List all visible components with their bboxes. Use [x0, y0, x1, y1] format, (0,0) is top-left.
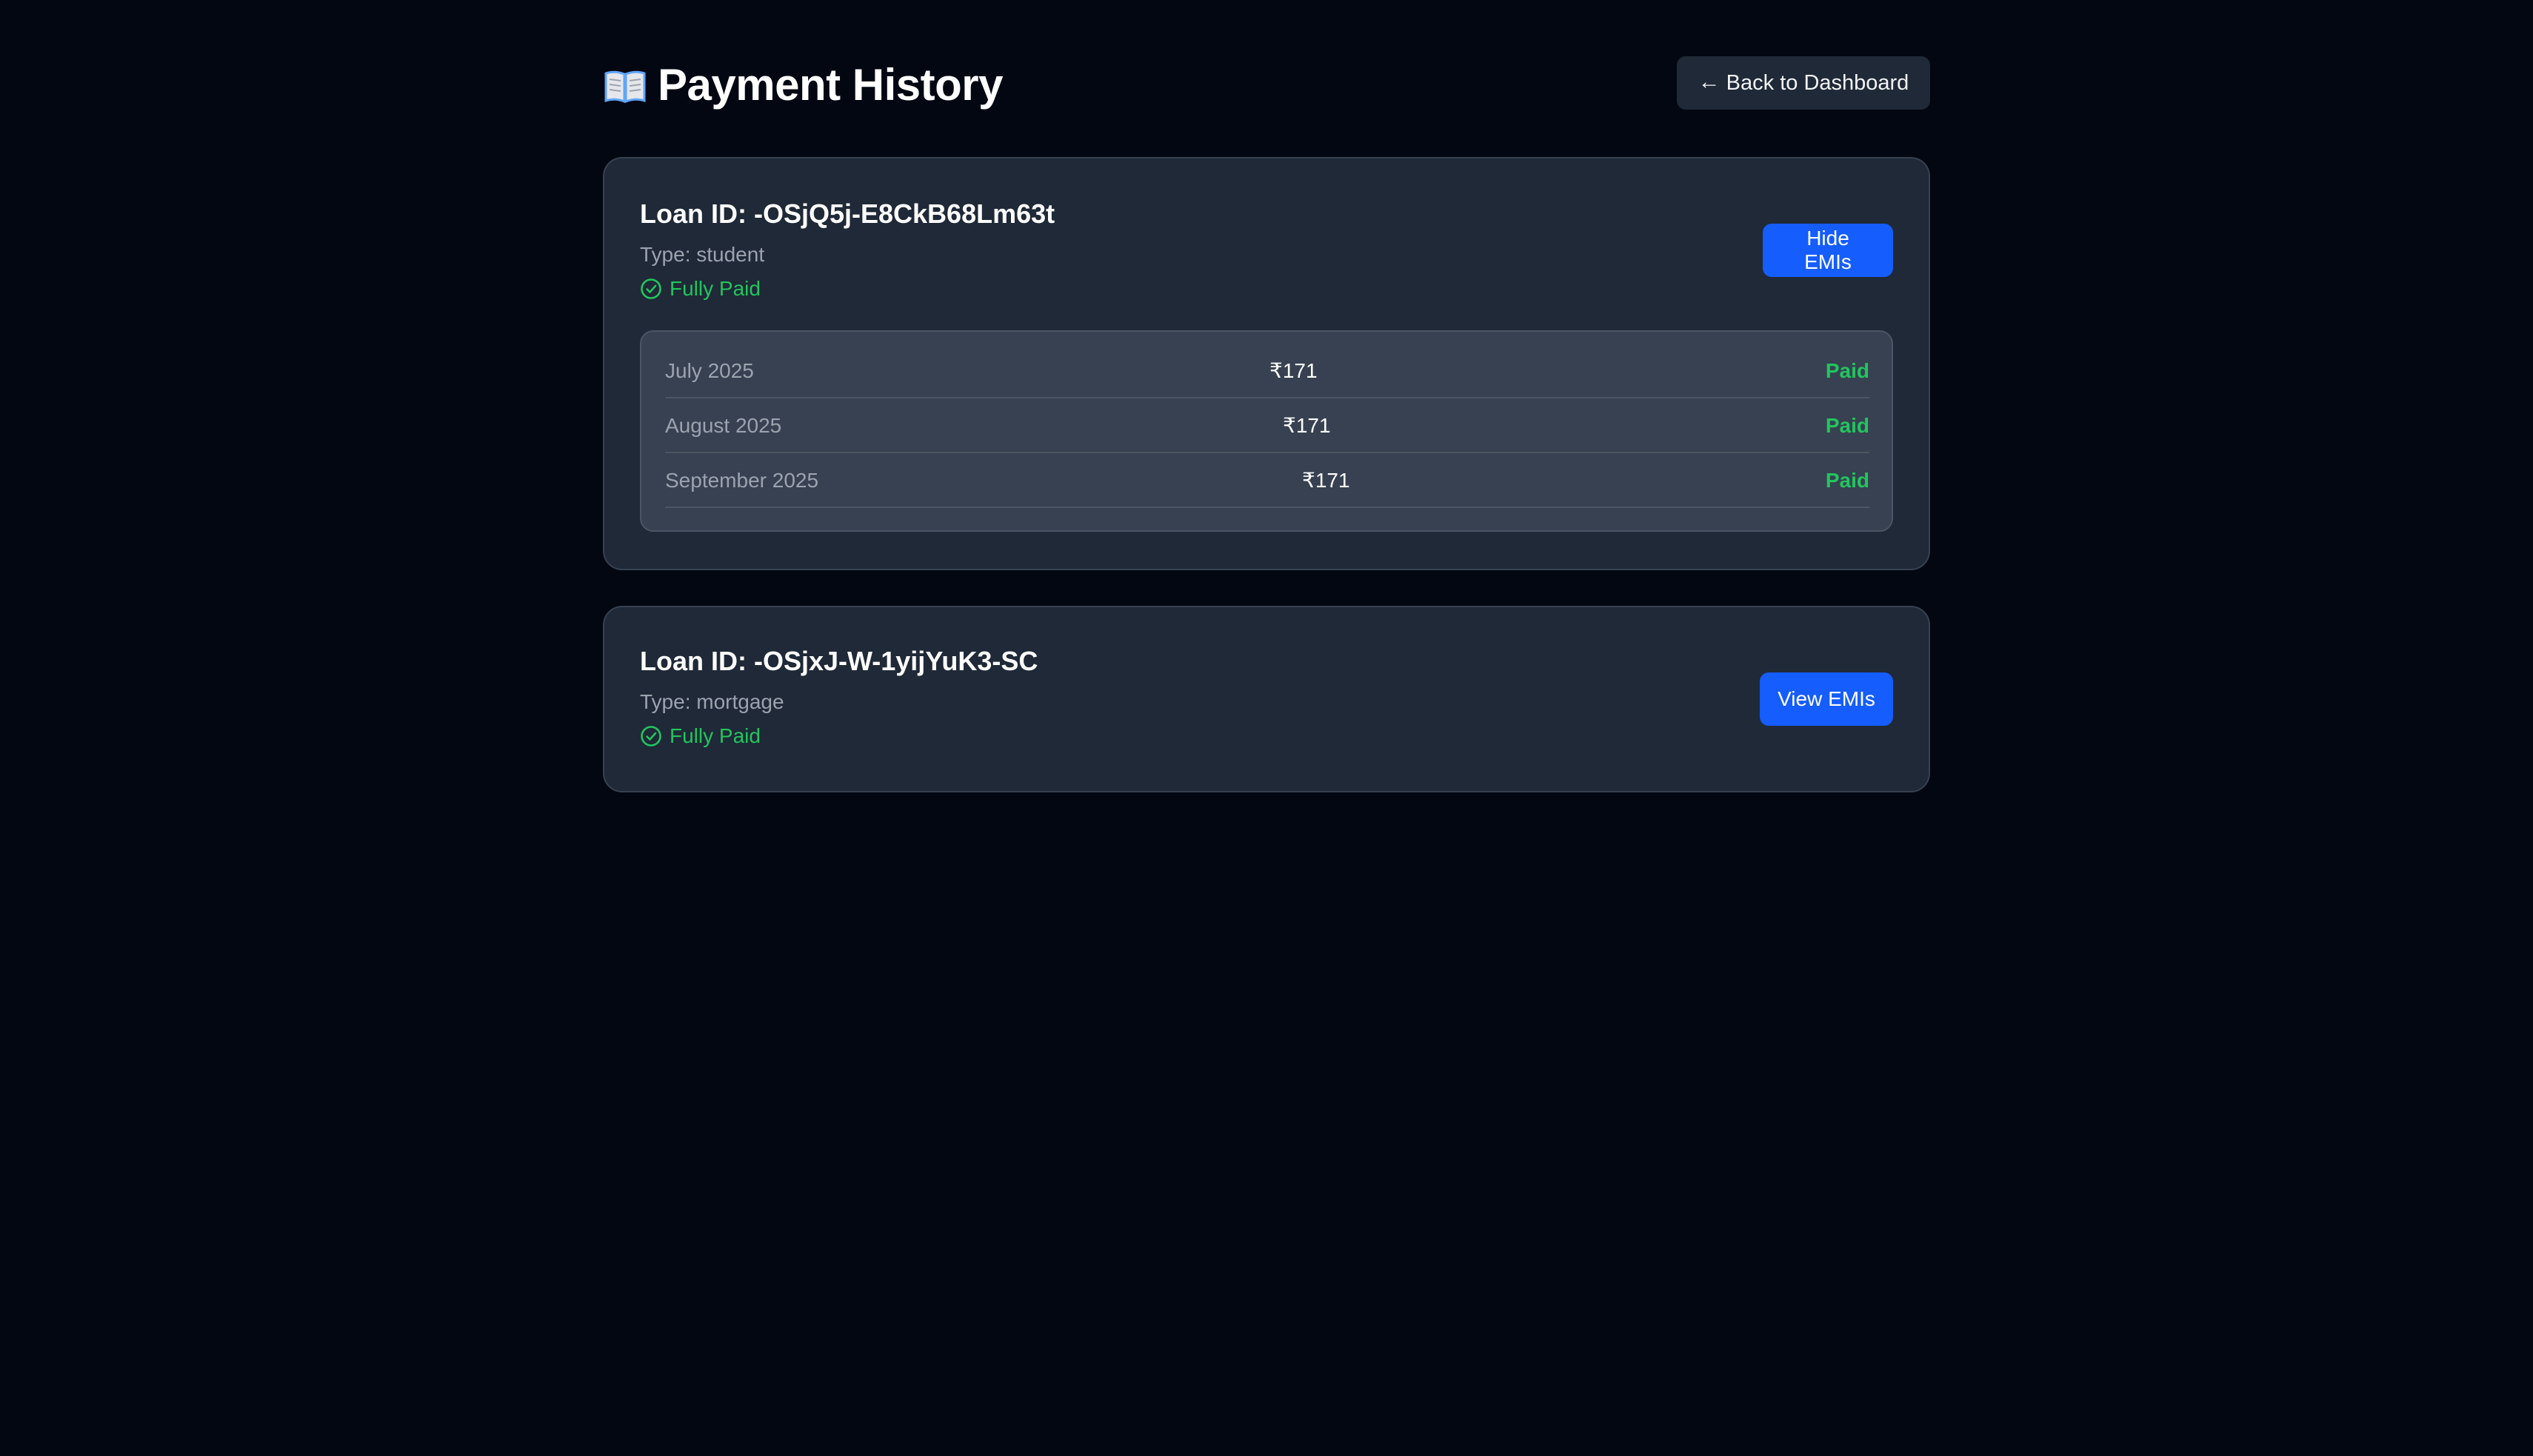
- loan-type: Type: mortgage: [640, 690, 784, 713]
- book-icon: [603, 64, 647, 104]
- emi-month: September 2025: [665, 469, 819, 492]
- hide-emis-button[interactable]: Hide EMIs: [1763, 224, 1893, 277]
- page-header: Payment History ← Back to Dashboard: [603, 0, 1930, 157]
- loan-card: Loan ID: -OSjQ5j-E8CkB68Lm63t Type: stud…: [603, 157, 1930, 570]
- loan-type: Type: student: [640, 243, 765, 266]
- emi-status: Paid: [1825, 469, 1869, 492]
- loan-id: Loan ID: -OSjQ5j-E8CkB68Lm63t: [640, 198, 1055, 229]
- emi-row: August 2025 ₹171 Paid: [665, 398, 1869, 453]
- emi-month: August 2025: [665, 414, 782, 437]
- check-circle-icon: [640, 278, 662, 300]
- emi-table: July 2025 ₹171 Paid August 2025 ₹171 Pai…: [640, 330, 1893, 532]
- arrow-left-icon: ←: [1698, 70, 1721, 94]
- emi-status: Paid: [1825, 359, 1869, 382]
- back-button-label: Back to Dashboard: [1726, 70, 1909, 95]
- back-to-dashboard-button[interactable]: ← Back to Dashboard: [1677, 56, 1930, 110]
- emi-month: July 2025: [665, 359, 754, 382]
- emi-amount: ₹171: [1269, 359, 1318, 382]
- check-circle-icon: [640, 725, 662, 747]
- main-container: Payment History ← Back to Dashboard Loan…: [603, 0, 1930, 792]
- loan-card: Loan ID: -OSjxJ-W-1yijYuK3-SC Type: mort…: [603, 606, 1930, 792]
- page-title: Payment History: [603, 55, 1004, 114]
- emi-amount: ₹171: [1283, 414, 1331, 437]
- emi-row: July 2025 ₹171 Paid: [665, 344, 1869, 398]
- view-emis-button[interactable]: View EMIs: [1760, 672, 1893, 726]
- status-label: Fully Paid: [670, 277, 761, 300]
- status-badge: Fully Paid: [640, 724, 761, 748]
- emi-amount: ₹171: [1302, 469, 1350, 492]
- status-badge: Fully Paid: [640, 277, 761, 301]
- loan-id: Loan ID: -OSjxJ-W-1yijYuK3-SC: [640, 646, 1038, 676]
- emi-status: Paid: [1825, 414, 1869, 437]
- emi-row: September 2025 ₹171 Paid: [665, 453, 1869, 508]
- status-label: Fully Paid: [670, 724, 761, 747]
- page-title-text: Payment History: [658, 59, 1004, 110]
